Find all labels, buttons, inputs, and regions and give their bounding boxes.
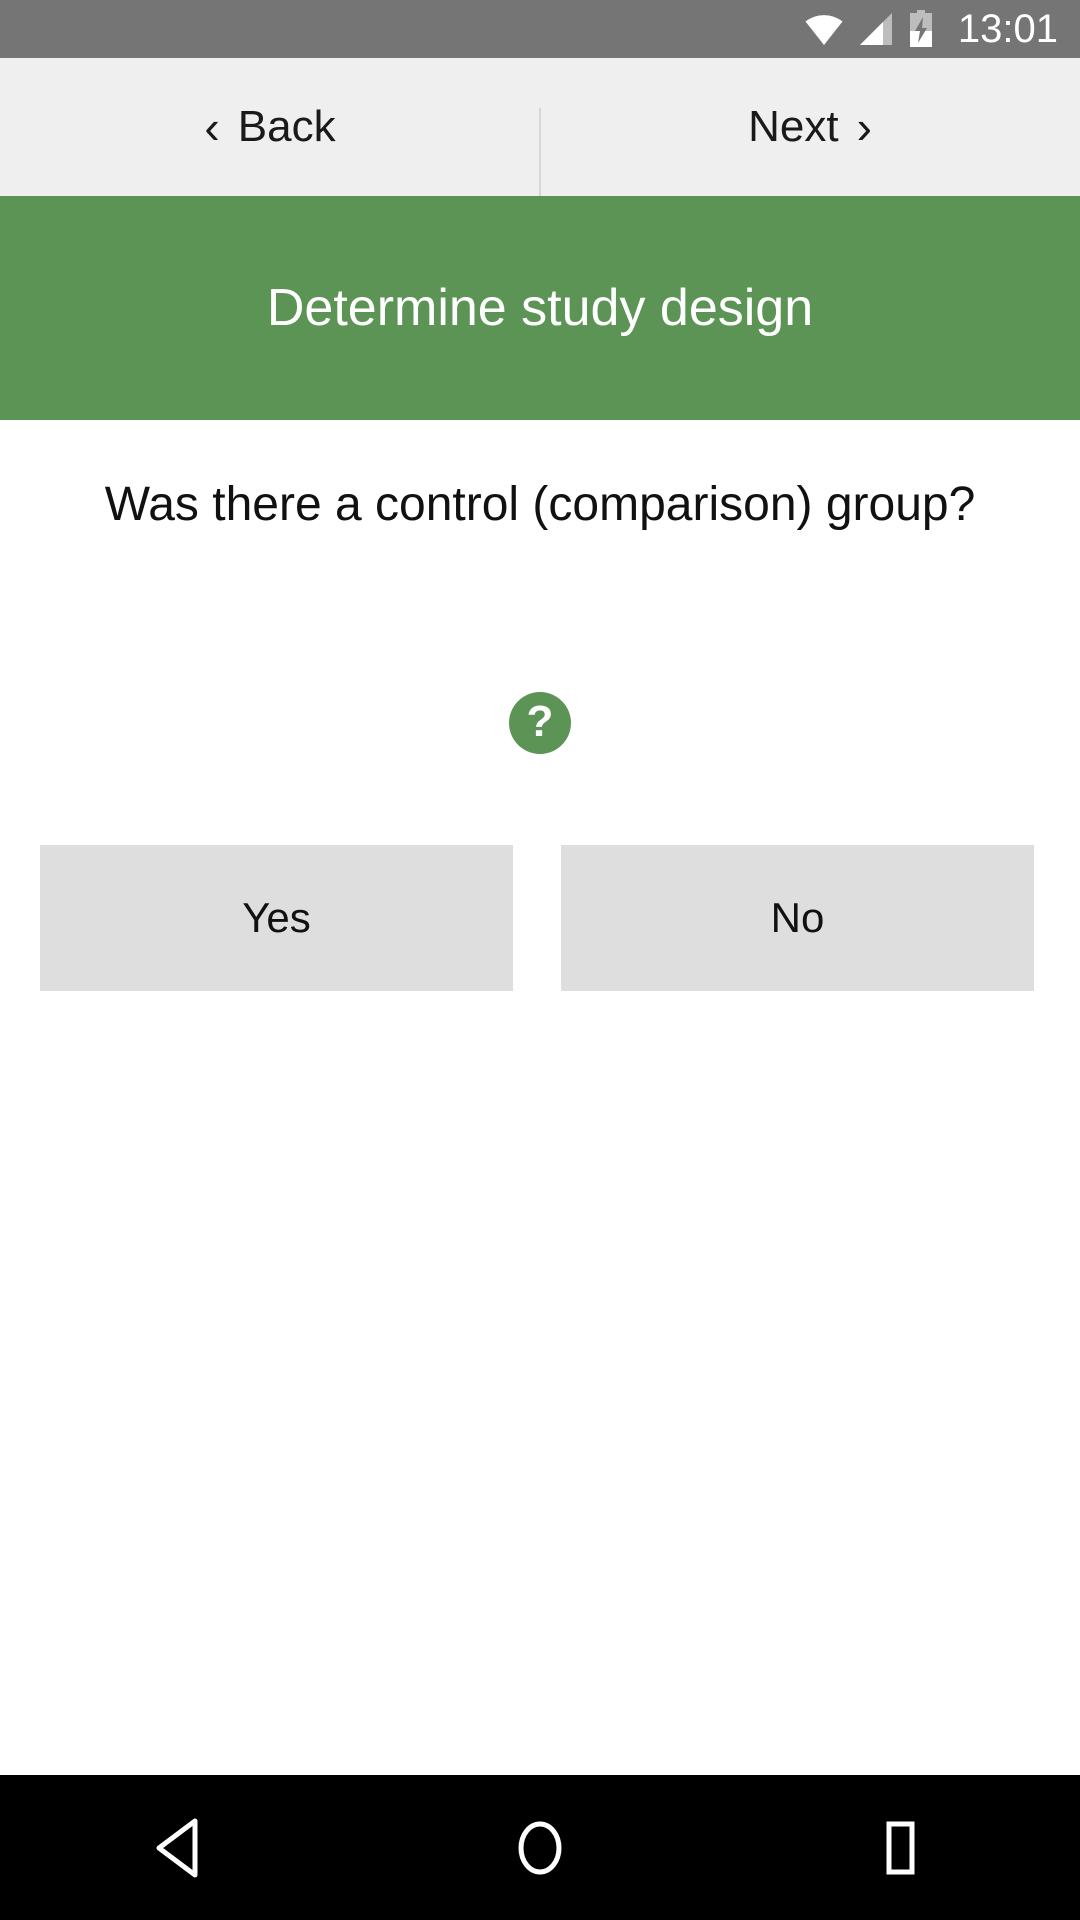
chevron-right-icon: › — [856, 101, 872, 153]
help-icon-container: ? — [0, 692, 1080, 754]
main-content: Was there a control (comparison) group? … — [0, 420, 1080, 1775]
status-bar-icons: 13:01 — [804, 9, 1058, 49]
page-header: Determine study design — [0, 196, 1080, 420]
top-navigation-bar: ‹ Back Next › — [0, 58, 1080, 196]
chevron-left-icon: ‹ — [204, 101, 220, 153]
next-button-label: Next — [748, 102, 839, 151]
question-text: Was there a control (comparison) group? — [104, 478, 976, 531]
android-home-button[interactable] — [480, 1788, 600, 1908]
android-recents-button[interactable] — [840, 1788, 960, 1908]
answer-button-yes-label: Yes — [242, 894, 311, 941]
help-icon[interactable]: ? — [509, 692, 571, 754]
android-back-button[interactable] — [120, 1788, 240, 1908]
next-button[interactable]: Next › — [540, 58, 1080, 196]
help-icon-glyph: ? — [526, 696, 554, 746]
answer-button-yes[interactable]: Yes — [40, 845, 513, 991]
home-circle-icon — [511, 1817, 569, 1879]
android-navigation-bar — [0, 1775, 1080, 1920]
answer-options: Yes No — [40, 845, 1034, 991]
recents-square-icon — [871, 1817, 929, 1879]
back-button[interactable]: ‹ Back — [0, 58, 540, 196]
answer-button-no-label: No — [770, 894, 825, 941]
wifi-icon — [804, 12, 844, 46]
battery-charging-icon — [908, 10, 934, 48]
back-button-label: Back — [237, 102, 336, 151]
cell-signal-icon — [858, 12, 894, 46]
page-title: Determine study design — [266, 278, 814, 337]
answer-button-no[interactable]: No — [561, 845, 1034, 991]
status-bar: 13:01 — [0, 0, 1080, 58]
back-triangle-icon — [151, 1817, 209, 1879]
status-bar-clock: 13:01 — [957, 7, 1058, 51]
